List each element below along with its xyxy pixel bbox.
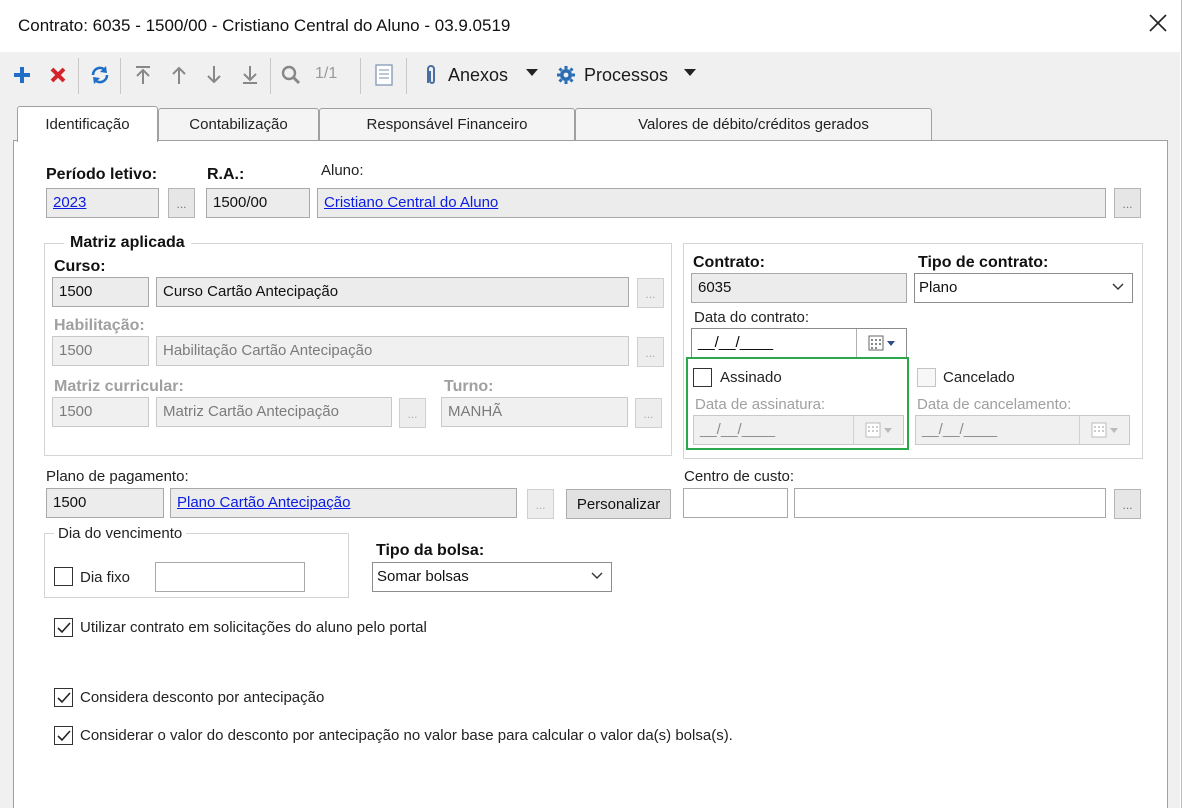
data-cancelamento-value: __/__/____ bbox=[922, 421, 998, 438]
curso-browse-button[interactable]: ... bbox=[637, 278, 664, 308]
opt-valor-base-checkbox[interactable] bbox=[54, 726, 73, 745]
aluno-field[interactable]: Cristiano Central do Aluno bbox=[317, 188, 1106, 218]
data-assinatura-field[interactable]: __/__/____ bbox=[693, 415, 904, 445]
dia-fixo-checkbox[interactable] bbox=[54, 567, 73, 586]
processos-dropdown-icon[interactable] bbox=[684, 69, 696, 76]
aluno-browse-button[interactable]: ... bbox=[1114, 188, 1141, 218]
ra-label: R.A.: bbox=[207, 166, 245, 183]
plano-pagamento-label: Plano de pagamento: bbox=[46, 468, 189, 485]
data-assinatura-value: __/__/____ bbox=[700, 421, 776, 438]
data-cancelamento-field[interactable]: __/__/____ bbox=[915, 415, 1130, 445]
turno-field[interactable]: MANHÃ bbox=[441, 397, 628, 427]
tab-contabilizacao[interactable]: Contabilização bbox=[158, 108, 319, 140]
tipo-bolsa-label: Tipo da bolsa: bbox=[376, 542, 485, 559]
record-counter: 1/1 bbox=[315, 65, 338, 82]
tipo-contrato-value: Plano bbox=[919, 279, 958, 296]
habilitacao-label: Habilitação: bbox=[54, 317, 145, 334]
aluno-label: Aluno: bbox=[321, 162, 364, 179]
checkmark-icon bbox=[56, 621, 71, 633]
chevron-down-icon bbox=[1112, 283, 1124, 290]
centro-custo-label: Centro de custo: bbox=[684, 468, 795, 485]
opt-desconto-label: Considera desconto por antecipação bbox=[80, 689, 325, 706]
matriz-name-field: Matriz Cartão Antecipação bbox=[156, 397, 392, 427]
periodo-letivo-label: Período letivo: bbox=[46, 166, 158, 183]
turno-browse-button[interactable]: ... bbox=[635, 398, 662, 428]
add-icon[interactable] bbox=[9, 62, 35, 88]
curso-code-field[interactable]: 1500 bbox=[52, 277, 149, 307]
dia-fixo-field[interactable] bbox=[155, 562, 305, 592]
tipo-bolsa-value: Somar bolsas bbox=[377, 568, 469, 585]
paperclip-icon[interactable] bbox=[418, 62, 444, 88]
calendar-icon[interactable] bbox=[1079, 416, 1129, 444]
contrato-field[interactable]: 6035 bbox=[691, 273, 907, 303]
personalizar-button[interactable]: Personalizar bbox=[566, 489, 671, 519]
close-icon[interactable] bbox=[1146, 11, 1170, 35]
first-record-icon[interactable] bbox=[130, 62, 156, 88]
calendar-icon[interactable] bbox=[856, 329, 906, 357]
centro-custo-browse-button[interactable]: ... bbox=[1114, 489, 1141, 519]
plano-browse-button[interactable]: ... bbox=[527, 489, 554, 519]
cancelado-checkbox[interactable] bbox=[917, 368, 936, 387]
previous-record-icon[interactable] bbox=[166, 62, 192, 88]
matriz-aplicada-label: Matriz aplicada bbox=[64, 234, 191, 252]
dia-fixo-label: Dia fixo bbox=[80, 569, 131, 586]
opt-portal-label: Utilizar contrato em solicitações do alu… bbox=[80, 619, 427, 636]
anexos-dropdown-icon[interactable] bbox=[526, 69, 538, 76]
plano-name-field[interactable]: Plano Cartão Antecipação bbox=[170, 488, 517, 518]
search-icon[interactable] bbox=[278, 62, 304, 88]
checkmark-icon bbox=[56, 691, 71, 703]
opt-desconto-checkbox[interactable] bbox=[54, 688, 73, 707]
delete-icon[interactable] bbox=[45, 62, 71, 88]
data-contrato-label: Data do contrato: bbox=[694, 309, 810, 326]
last-record-icon[interactable] bbox=[237, 62, 263, 88]
habilitacao-name-field: Habilitação Cartão Antecipação bbox=[156, 336, 629, 366]
matriz-browse-button[interactable]: ... bbox=[399, 398, 426, 428]
curso-name-field: Curso Cartão Antecipação bbox=[156, 277, 629, 307]
ra-field[interactable]: 1500/00 bbox=[206, 188, 310, 218]
anexos-button[interactable]: Anexos bbox=[448, 65, 508, 86]
assinado-checkbox[interactable] bbox=[693, 368, 712, 387]
assinado-label: Assinado bbox=[720, 369, 782, 386]
habilitacao-code-field[interactable]: 1500 bbox=[52, 336, 149, 366]
chevron-down-icon bbox=[591, 572, 603, 579]
centro-custo-code-field[interactable] bbox=[683, 488, 788, 518]
habilitacao-browse-button[interactable]: ... bbox=[637, 337, 664, 367]
plano-code-field[interactable]: 1500 bbox=[46, 488, 164, 518]
checkmark-icon bbox=[56, 729, 71, 741]
form-view-icon[interactable] bbox=[371, 62, 397, 88]
gear-icon[interactable] bbox=[553, 62, 579, 88]
next-record-icon[interactable] bbox=[201, 62, 227, 88]
refresh-icon[interactable] bbox=[87, 62, 113, 88]
data-assinatura-label: Data de assinatura: bbox=[695, 396, 826, 413]
periodo-letivo-browse-button[interactable]: ... bbox=[168, 188, 195, 218]
centro-custo-name-field[interactable] bbox=[794, 488, 1106, 518]
turno-label: Turno: bbox=[444, 378, 494, 395]
title-bar: Contrato: 6035 - 1500/00 - Cristiano Cen… bbox=[0, 0, 1180, 52]
opt-portal-checkbox[interactable] bbox=[54, 618, 73, 637]
cancelado-label: Cancelado bbox=[943, 369, 1015, 386]
curso-label: Curso: bbox=[54, 258, 106, 275]
window-title: Contrato: 6035 - 1500/00 - Cristiano Cen… bbox=[18, 16, 511, 35]
dia-vencimento-label: Dia do vencimento bbox=[54, 525, 187, 542]
tipo-contrato-label: Tipo de contrato: bbox=[918, 254, 1049, 271]
opt-valor-base-label: Considerar o valor do desconto por antec… bbox=[80, 727, 733, 744]
processos-button[interactable]: Processos bbox=[584, 65, 668, 86]
tipo-bolsa-select[interactable]: Somar bolsas bbox=[372, 562, 612, 592]
tab-responsavel-financeiro[interactable]: Responsável Financeiro bbox=[319, 108, 575, 140]
data-contrato-value: __/__/____ bbox=[698, 334, 774, 351]
matriz-curricular-label: Matriz curricular: bbox=[54, 378, 184, 395]
tipo-contrato-select[interactable]: Plano bbox=[914, 273, 1133, 303]
calendar-icon[interactable] bbox=[853, 416, 903, 444]
tab-identificacao[interactable]: Identificação bbox=[17, 106, 158, 142]
matriz-code-field[interactable]: 1500 bbox=[52, 397, 149, 427]
data-cancelamento-label: Data de cancelamento: bbox=[917, 396, 1072, 413]
contract-window: Contrato: 6035 - 1500/00 - Cristiano Cen… bbox=[0, 0, 1182, 808]
data-contrato-field[interactable]: __/__/____ bbox=[691, 328, 907, 358]
tab-valores[interactable]: Valores de débito/créditos gerados bbox=[575, 108, 932, 140]
contrato-label: Contrato: bbox=[693, 254, 765, 271]
periodo-letivo-field[interactable]: 2023 bbox=[46, 188, 159, 218]
